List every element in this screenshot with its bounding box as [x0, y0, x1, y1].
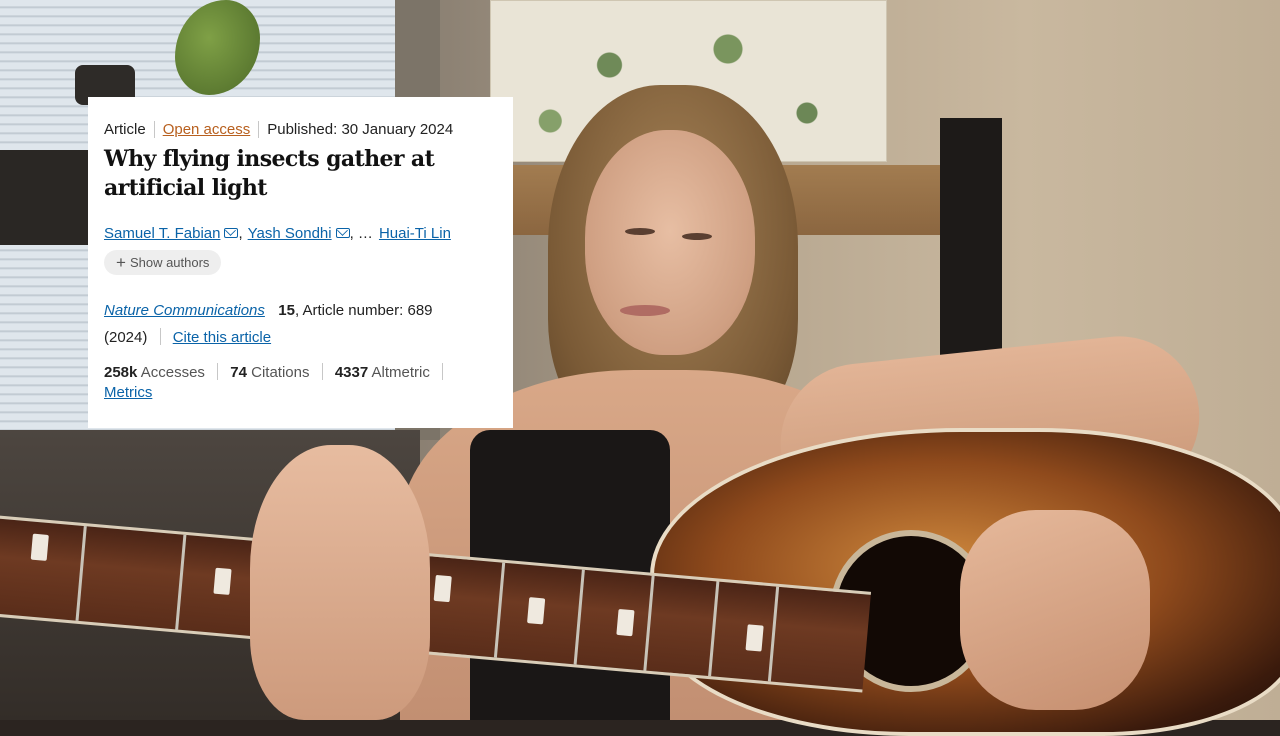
guitar-inlay [433, 574, 452, 603]
divider [153, 121, 155, 138]
show-authors-label: Show authors [129, 255, 210, 270]
guitar-fret [767, 586, 780, 682]
citations-count: 74 [230, 364, 247, 381]
accesses-label: Accesses [140, 364, 205, 381]
guitar-inlay [213, 567, 232, 595]
altmetric-label: Altmetric [371, 364, 430, 381]
divider [321, 363, 323, 380]
guitar-fret [573, 569, 585, 665]
citations-label: Citations [251, 364, 310, 381]
volume-number: 15 [278, 302, 295, 319]
journal-info: Nature Communications 15, Article number… [104, 297, 497, 351]
author-list: Samuel T. Fabian , Yash Sondhi , … Huai-… [104, 225, 497, 242]
article-number: , Article number: 689 [294, 302, 433, 319]
mail-icon[interactable] [224, 227, 239, 238]
show-authors-button[interactable]: + Show authors [104, 250, 222, 275]
plus-icon: + [116, 253, 126, 272]
cite-article-link[interactable]: Cite this article [173, 329, 271, 346]
divider [217, 363, 219, 380]
guitar-fret [708, 581, 720, 677]
guitar-fret [643, 575, 655, 671]
authors-ellipsis: , … [349, 225, 373, 242]
altmetric-score: 4337 [334, 364, 369, 381]
person-eye-right [682, 233, 712, 240]
guitar-fret [175, 534, 187, 630]
article-card: Article Open access Published: 30 Januar… [88, 97, 513, 428]
open-access-link[interactable]: Open access [163, 121, 251, 138]
published-date: Published: 30 January 2024 [267, 121, 454, 138]
article-type: Article [104, 121, 146, 138]
article-title: Why flying insects gather at artificial … [104, 146, 435, 201]
divider [442, 363, 444, 380]
guitar-fret [493, 562, 506, 658]
person-hand-strumming [960, 510, 1150, 710]
guitar-inlay [527, 597, 546, 625]
author-link[interactable]: Yash Sondhi [248, 225, 332, 242]
person-face [585, 130, 755, 355]
metrics-link[interactable]: Metrics [104, 384, 152, 401]
author-link[interactable]: Huai-Ti Lin [379, 225, 451, 242]
accesses-count: 258k [104, 364, 138, 381]
person-eye-left [625, 228, 655, 235]
guitar-fret [75, 526, 87, 621]
shelf [0, 150, 90, 245]
guitar-inlay [745, 624, 764, 652]
guitar-inlay [30, 533, 49, 561]
journal-link[interactable]: Nature Communications [104, 302, 265, 319]
author-separator: , [238, 225, 243, 242]
guitar-inlay [616, 608, 635, 637]
person-hand-fretting [250, 445, 430, 720]
person-lips [620, 305, 670, 316]
publication-year: (2024) [104, 329, 148, 346]
author-link[interactable]: Samuel T. Fabian [104, 225, 220, 242]
metrics-row: 258k Accesses 74 Citations 4337 Altmetri… [104, 363, 497, 403]
divider [258, 121, 260, 138]
article-meta-row: Article Open access Published: 30 Januar… [104, 121, 497, 138]
divider [159, 328, 161, 345]
mail-icon[interactable] [335, 227, 350, 238]
